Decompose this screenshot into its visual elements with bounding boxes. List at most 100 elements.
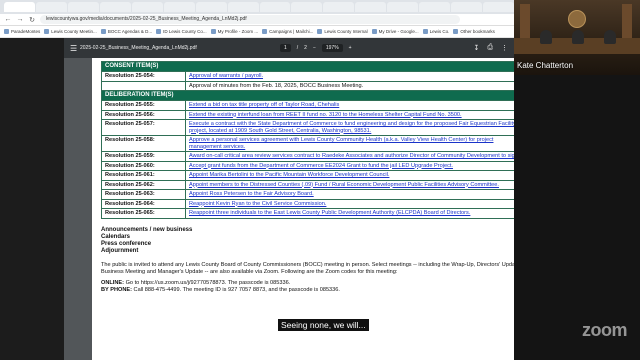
download-icon[interactable]: ↧	[474, 44, 480, 52]
browser-tab[interactable]	[355, 2, 387, 12]
more-options-icon[interactable]: ⋮	[501, 44, 508, 52]
phone-text: Call 888-475-4499. The meeting ID is 927…	[133, 286, 340, 293]
resolution-number: Resolution 25-059:	[101, 151, 186, 162]
resolution-link[interactable]: Execute a contract with the State Depart…	[185, 119, 514, 136]
closing-item: Press conference	[101, 240, 152, 247]
bookmark-item[interactable]: Other bookmarks	[453, 29, 495, 34]
zoom-phone-line: BY PHONE: Call 888-475-4499. The meeting…	[101, 287, 514, 294]
bookmark-icon	[210, 29, 216, 34]
bookmark-icon	[453, 29, 459, 34]
resolution-number: Resolution 25-065:	[101, 208, 186, 219]
browser-tab[interactable]	[99, 2, 131, 12]
left-dark-area	[0, 38, 64, 360]
agenda-row: Resolution 25-060: Accept grant funds fro…	[101, 160, 514, 171]
bookmark-icon	[100, 29, 106, 34]
url-field[interactable]: lewiscountywa.gov/media/documents/2025-0…	[40, 15, 460, 24]
bookmark-item[interactable]: My Profile - Zoom ...	[210, 29, 258, 34]
bookmark-label: ParadeMontes	[11, 29, 41, 34]
browser-tab[interactable]	[291, 2, 323, 12]
section-header-consent: CONSENT ITEM(S)	[101, 61, 514, 72]
browser-tab[interactable]	[451, 2, 483, 12]
bookmark-label: BOCC Agendas & D...	[107, 29, 153, 34]
bookmark-label: Lewis County Meetin...	[51, 29, 97, 34]
online-text: Go to https://us.zoom.us/j/92770578873. …	[125, 279, 291, 286]
browser-tab[interactable]	[195, 2, 227, 12]
bookmark-item[interactable]: ID Lewis County Co...	[156, 29, 207, 34]
browser-tab[interactable]	[227, 2, 259, 12]
zoom-level[interactable]: 197%	[321, 44, 343, 52]
resolution-link[interactable]: Approval of warrants / payroll.	[185, 71, 514, 82]
browser-tab[interactable]	[35, 2, 67, 12]
agenda-row: Approval of minutes from the Feb. 18, 20…	[101, 80, 514, 91]
agenda-row: Resolution 25-059: Award on-call critical…	[101, 151, 514, 162]
bookmark-icon	[422, 29, 428, 34]
resolution-number: Resolution 25-060:	[101, 160, 186, 171]
reload-icon[interactable]: ↻	[28, 16, 36, 24]
back-icon[interactable]: ←	[4, 16, 12, 23]
zoom-out-icon[interactable]: −	[313, 45, 316, 51]
bookmark-label: ID Lewis County Co...	[163, 29, 207, 34]
bookmarks-bar: ParadeMontes Lewis County Meetin... BOCC A…	[0, 26, 514, 38]
closing-item: Calendars	[101, 233, 131, 240]
resolution-number: Resolution 25-062:	[101, 179, 186, 190]
resolution-number: Resolution 25-063:	[101, 189, 186, 200]
person-silhouette	[540, 30, 552, 44]
browser-tab[interactable]	[259, 2, 291, 12]
browser-tab[interactable]	[483, 2, 514, 12]
right-dark-area	[514, 75, 640, 360]
closing-item: Adjournment	[101, 247, 139, 254]
agenda-row: Resolution 25-064: Reappoint Kevin Ryan t…	[101, 198, 514, 209]
bookmark-item[interactable]: Lewis County Meetin...	[44, 29, 97, 34]
menu-icon[interactable]: ☰	[70, 44, 80, 53]
page-current[interactable]: 1	[280, 44, 291, 52]
bookmark-item[interactable]: Lewis County Internal	[317, 29, 368, 34]
resolution-link[interactable]: Extend a bid on tax title property off o…	[185, 100, 514, 111]
bookmark-label: Campaigns | Mailchi...	[269, 29, 314, 34]
agenda-row: Resolution 25-054: Approval of warrants /…	[101, 71, 514, 82]
bookmark-icon	[44, 29, 50, 34]
resolution-number	[101, 80, 186, 91]
browser-tab[interactable]	[323, 2, 355, 12]
forward-icon[interactable]: →	[16, 16, 24, 23]
section-header-deliberation: DELIBERATION ITEM(S)	[101, 90, 514, 101]
browser-tab[interactable]	[4, 2, 35, 12]
bookmark-label: My Drive - Google...	[378, 29, 419, 34]
zoom-in-icon[interactable]: +	[349, 45, 352, 51]
person-silhouette	[604, 30, 616, 44]
agenda-table: CONSENT ITEM(S) Resolution 25-054: Approv…	[101, 61, 514, 219]
browser-tab[interactable]	[419, 2, 451, 12]
resolution-number: Resolution 25-057:	[101, 119, 186, 136]
resolution-number: Resolution 25-064:	[101, 198, 186, 209]
bookmark-label: Other bookmarks	[460, 29, 495, 34]
participant-name: Kate Chatterton	[517, 61, 574, 70]
bookmark-item[interactable]: Lewis Co.	[422, 29, 450, 34]
browser-tab[interactable]	[131, 2, 163, 12]
browser-tab[interactable]	[67, 2, 99, 12]
resolution-link[interactable]: Reappoint three individuals to the East …	[185, 208, 514, 219]
pdf-viewer[interactable]: CONSENT ITEM(S) Resolution 25-054: Approv…	[64, 58, 514, 360]
bookmark-item[interactable]: Campaigns | Mailchi...	[262, 29, 313, 34]
resolution-number: Resolution 25-058:	[101, 135, 186, 152]
bookmark-icon	[317, 29, 323, 34]
resolution-link[interactable]: Appoint members to the Distressed Counti…	[185, 179, 514, 190]
resolution-link[interactable]: Award on-call critical area review servi…	[185, 151, 514, 162]
bookmark-item[interactable]: BOCC Agendas & D...	[100, 29, 153, 34]
bookmark-label: Lewis Co.	[429, 29, 450, 34]
resolution-link[interactable]: Appoint Ross Petersen to the Fair Adviso…	[185, 189, 514, 200]
print-icon[interactable]: ⎙	[487, 44, 493, 52]
pdf-page: CONSENT ITEM(S) Resolution 25-054: Approv…	[92, 58, 514, 360]
bookmark-item[interactable]: ParadeMontes	[4, 29, 40, 34]
resolution-link[interactable]: Approve a personal services agreement wi…	[185, 135, 514, 152]
bookmark-item[interactable]: My Drive - Google...	[371, 29, 419, 34]
resolution-link[interactable]: Reappoint Kevin Ryan to the Civil Servic…	[185, 198, 514, 209]
browser-tab[interactable]	[387, 2, 419, 12]
resolution-link[interactable]: Extend the existing interfund loan from …	[185, 109, 514, 120]
resolution-link[interactable]: Appoint Marika Bertolini to the Pacific …	[185, 170, 514, 181]
resolution-link[interactable]: Accept grant funds from the Department o…	[185, 160, 514, 171]
browser-tab-strip	[0, 0, 514, 14]
browser-tab[interactable]	[163, 2, 195, 12]
agenda-row: Resolution 25-056: Extend the existing in…	[101, 109, 514, 120]
agenda-item-text: Approval of minutes from the Feb. 18, 20…	[185, 80, 514, 91]
bookmark-label: Lewis County Internal	[324, 29, 368, 34]
public-note: The public is invited to attend any Lewi…	[101, 261, 514, 275]
